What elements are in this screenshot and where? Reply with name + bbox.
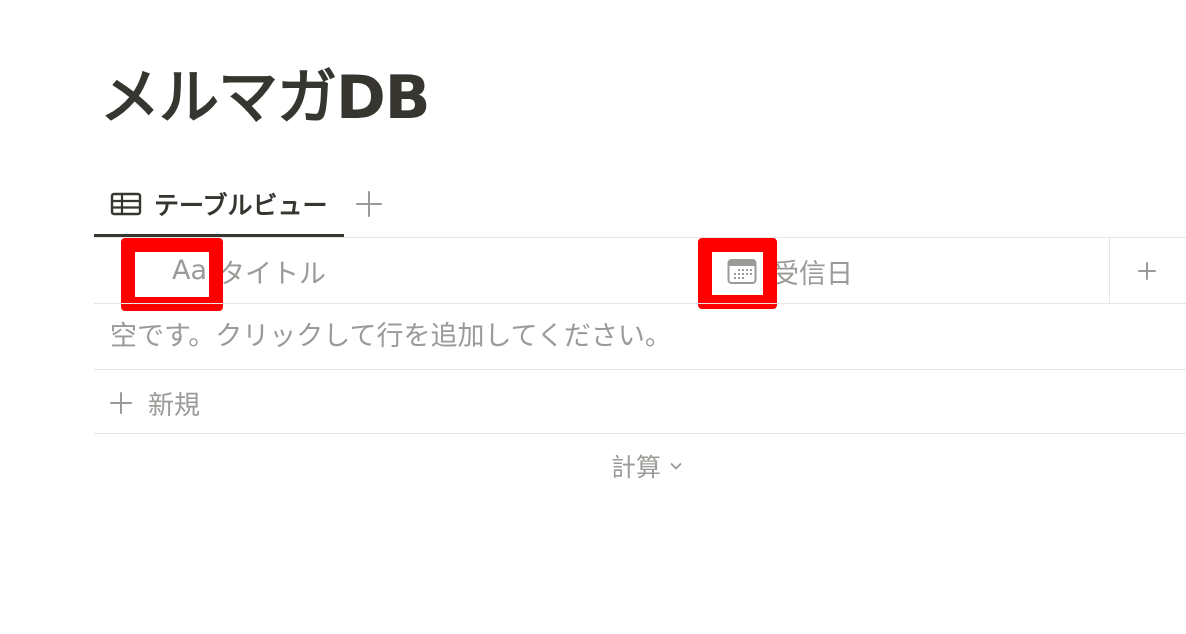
text-property-icon: Aa: [172, 255, 208, 286]
chevron-down-icon: [670, 462, 682, 470]
calculate-label: 計算: [611, 453, 662, 482]
new-row-button[interactable]: 新規: [108, 378, 200, 428]
page-title[interactable]: メルマガDB: [100, 58, 431, 138]
table-header: タイトル 受信日: [94, 238, 1186, 304]
divider: [94, 369, 1186, 370]
add-view-plus-icon[interactable]: [354, 189, 384, 219]
divider: [94, 303, 1186, 304]
tab-label: テーブルビュー: [154, 190, 328, 220]
column-label-title: タイトル: [218, 258, 326, 290]
calculate-dropdown[interactable]: 計算: [611, 446, 683, 486]
empty-table-message[interactable]: 空です。クリックして行を追加してください。: [110, 312, 672, 362]
plus-icon: [108, 390, 134, 416]
new-row-label: 新規: [148, 390, 201, 421]
add-column-button[interactable]: [1109, 238, 1186, 304]
table-icon: [110, 192, 142, 215]
tab-table-view[interactable]: テーブルビュー: [94, 170, 344, 237]
column-label-received-date: 受信日: [772, 258, 853, 290]
calendar-icon: [727, 259, 757, 284]
plus-icon: [1136, 260, 1158, 282]
divider: [94, 433, 1186, 434]
view-tabs: テーブルビュー: [94, 170, 384, 237]
